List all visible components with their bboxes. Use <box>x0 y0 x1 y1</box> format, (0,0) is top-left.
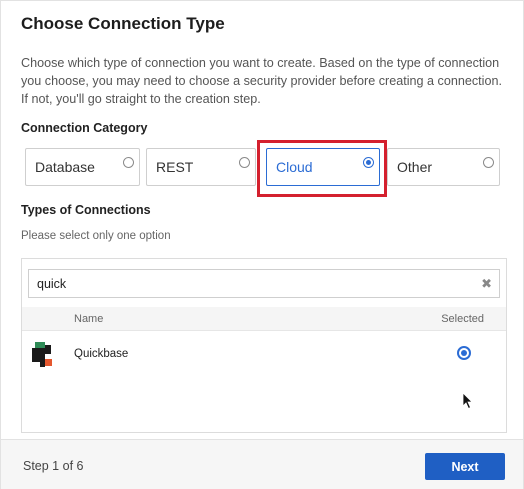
mouse-cursor-icon <box>462 392 473 410</box>
highlight-annotation-box <box>257 140 387 197</box>
step-indicator: Step 1 of 6 <box>23 459 84 473</box>
category-option-label: Database <box>35 159 95 175</box>
types-hint: Please select only one option <box>21 230 171 242</box>
connection-types-panel: quick ✖ Name Selected Quickbase <box>21 258 507 433</box>
dialog-footer: Step 1 of 6 Next <box>1 439 523 489</box>
radio-button[interactable] <box>483 157 494 168</box>
category-option-label: REST <box>156 159 194 175</box>
row-name: Quickbase <box>74 348 129 360</box>
dialog-title: Choose Connection Type <box>21 14 225 33</box>
clear-icon[interactable]: ✖ <box>481 276 492 292</box>
category-option-rest[interactable]: REST <box>146 148 256 186</box>
category-option-database[interactable]: Database <box>25 148 140 186</box>
search-input-value: quick <box>37 277 67 291</box>
column-header-name: Name <box>74 313 104 325</box>
table-header: Name Selected <box>22 307 506 331</box>
table-row[interactable]: Quickbase <box>22 337 506 373</box>
dialog-description: Choose which type of connection you want… <box>21 56 502 106</box>
next-button[interactable]: Next <box>425 453 505 480</box>
radio-button[interactable] <box>239 157 250 168</box>
row-selected-radio[interactable] <box>457 346 471 360</box>
search-input[interactable]: quick ✖ <box>28 269 500 298</box>
category-option-label: Other <box>397 159 433 175</box>
connection-category-label: Connection Category <box>21 121 148 135</box>
types-of-connections-label: Types of Connections <box>21 203 151 217</box>
quickbase-logo-icon <box>32 342 52 367</box>
category-option-other[interactable]: Other <box>387 148 500 186</box>
column-header-selected: Selected <box>441 313 484 325</box>
radio-button[interactable] <box>123 157 134 168</box>
connection-type-dialog: Choose Connection Type Choose which type… <box>0 0 524 489</box>
